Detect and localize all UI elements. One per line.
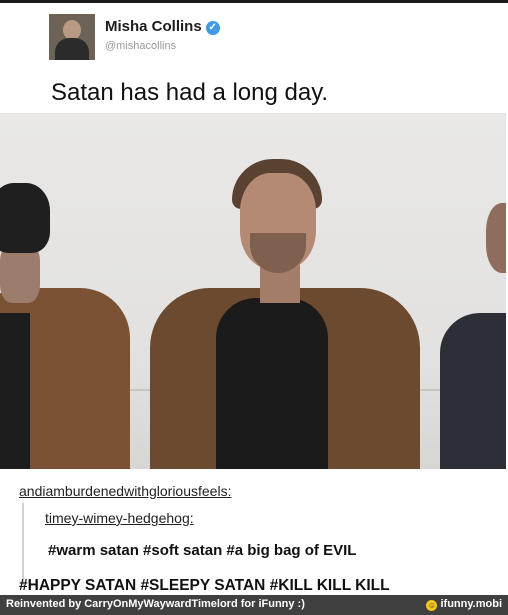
tags-line-1: #warm satan #soft satan #a big bag of EV… (48, 542, 357, 559)
footer-credit: Reinvented by CarryOnMyWaywardTimelord f… (6, 598, 305, 610)
footer-bar: Reinvented by CarryOnMyWaywardTimelord f… (0, 595, 508, 615)
footer-brand[interactable]: ☺ ifunny.mobi (426, 598, 502, 611)
author-name-text: Misha Collins (105, 18, 202, 35)
tweet-photo[interactable] (0, 113, 506, 469)
reblog-user-1[interactable]: andiamburdenedwithgloriousfeels: (19, 483, 231, 499)
ifunny-smiley-icon: ☺ (426, 600, 438, 611)
brand-text: ifunny.mobi (440, 598, 502, 610)
avatar[interactable] (49, 14, 95, 60)
tweet-author-handle[interactable]: @mishacollins (105, 40, 176, 52)
reblog-user-2[interactable]: timey-wimey-hedgehog: (45, 510, 194, 526)
tweet-author-name[interactable]: Misha Collins ✓ (105, 18, 220, 35)
top-border (0, 0, 508, 3)
verified-badge-icon: ✓ (205, 21, 220, 35)
quote-line (22, 503, 24, 585)
tags-line-2: #HAPPY SATAN #SLEEPY SATAN #KILL KILL KI… (19, 577, 390, 594)
tweet-text: Satan has had a long day. (51, 79, 329, 106)
